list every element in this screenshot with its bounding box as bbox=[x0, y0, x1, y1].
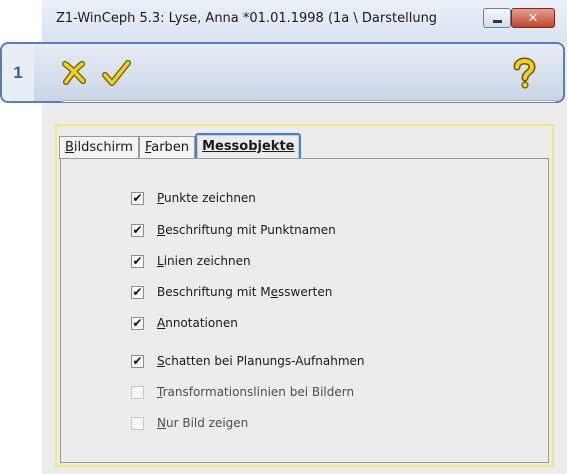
minimize-icon bbox=[492, 19, 502, 23]
close-button[interactable]: ✕ bbox=[511, 8, 555, 28]
checkbox[interactable]: ✔ bbox=[131, 354, 144, 368]
separator-line bbox=[62, 100, 556, 102]
tab-label: arben bbox=[151, 140, 190, 155]
checkbox-label: Linien zeichnen bbox=[157, 254, 251, 268]
checkmark-icon bbox=[102, 60, 131, 86]
help-button[interactable] bbox=[504, 53, 544, 93]
tab-bildschirm[interactable]: Bildschirm bbox=[59, 136, 139, 159]
window-title: Z1-WinCeph 5.3: Lyse, Anna *01.01.1998 (… bbox=[56, 11, 438, 26]
tab-label: essobjekte bbox=[215, 139, 295, 154]
callout-number: 1 bbox=[13, 62, 23, 82]
checkbox-label: Annotationen bbox=[157, 316, 238, 330]
checkbox-label: Transformationslinien bei Bildern bbox=[157, 385, 355, 399]
tab-messobjekte[interactable]: Messobjekte bbox=[195, 133, 302, 159]
checkbox-beschriftung-punktnamen[interactable]: ✔ Beschriftung mit Punktnamen bbox=[131, 223, 336, 237]
dialog-window: Z1-WinCeph 5.3: Lyse, Anna *01.01.1998 (… bbox=[34, 0, 567, 474]
tab-content: ✔ Punkte zeichnen ✔ Beschriftung mit Pun… bbox=[60, 158, 549, 463]
tab-label: ildschirm bbox=[73, 140, 133, 155]
checkbox-label: Nur Bild zeigen bbox=[157, 416, 249, 430]
checkbox-nur-bild-zeigen[interactable]: Nur Bild zeigen bbox=[131, 416, 248, 430]
tab-hotkey: M bbox=[202, 139, 215, 154]
checkbox-label: Beschriftung mit Punktnamen bbox=[157, 223, 336, 237]
callout-badge: 1 bbox=[0, 42, 34, 103]
x-icon bbox=[62, 61, 86, 85]
checkbox[interactable]: ✔ bbox=[131, 285, 144, 299]
ok-button[interactable] bbox=[96, 53, 136, 93]
checkbox[interactable] bbox=[131, 416, 144, 430]
checkbox[interactable]: ✔ bbox=[131, 254, 144, 268]
cancel-button[interactable] bbox=[54, 53, 94, 93]
tab-strip: Bildschirm Farben Messobjekte bbox=[59, 132, 302, 159]
minimize-button[interactable] bbox=[483, 8, 511, 28]
checkbox[interactable]: ✔ bbox=[131, 316, 144, 330]
title-bar: Z1-WinCeph 5.3: Lyse, Anna *01.01.1998 (… bbox=[42, 0, 567, 42]
checkbox-label: Punkte zeichnen bbox=[157, 191, 256, 205]
checkbox[interactable]: ✔ bbox=[131, 191, 144, 205]
checkbox-label: Schatten bei Planungs-Aufnahmen bbox=[157, 354, 365, 368]
checkbox-label: Beschriftung mit Messwerten bbox=[157, 285, 333, 299]
settings-panel: Bildschirm Farben Messobjekte ✔ Punkte z… bbox=[55, 124, 554, 467]
checkbox-linien-zeichnen[interactable]: ✔ Linien zeichnen bbox=[131, 254, 251, 268]
tab-hotkey: B bbox=[65, 140, 74, 155]
checkbox-beschriftung-messwerten[interactable]: ✔ Beschriftung mit Messwerten bbox=[131, 285, 332, 299]
checkbox[interactable] bbox=[131, 385, 144, 399]
checkbox-transformationslinien[interactable]: Transformationslinien bei Bildern bbox=[131, 385, 354, 399]
close-icon: ✕ bbox=[527, 10, 539, 26]
toolbar bbox=[34, 42, 565, 103]
checkbox-punkte-zeichnen[interactable]: ✔ Punkte zeichnen bbox=[131, 191, 256, 205]
checkbox-annotationen[interactable]: ✔ Annotationen bbox=[131, 316, 238, 330]
checkbox[interactable]: ✔ bbox=[131, 223, 144, 237]
tab-farben[interactable]: Farben bbox=[138, 136, 196, 159]
checkbox-schatten-planungs-aufnahmen[interactable]: ✔ Schatten bei Planungs-Aufnahmen bbox=[131, 354, 365, 368]
question-mark-icon bbox=[513, 57, 536, 89]
